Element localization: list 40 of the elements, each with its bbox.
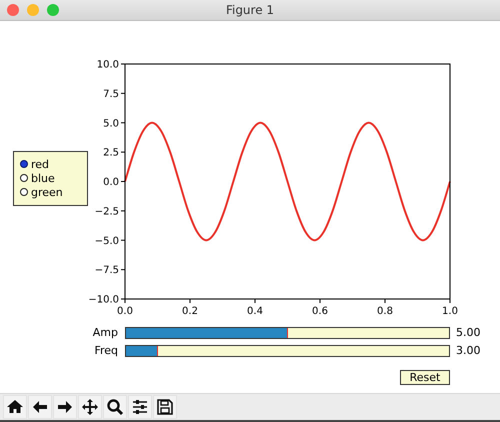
slider-value: 5.00 [455, 326, 482, 339]
tick-label: 7.5 [103, 88, 119, 100]
tick-label: 5.0 [103, 118, 119, 130]
radio-indicator[interactable] [20, 160, 28, 168]
reset-button[interactable]: Reset [400, 370, 450, 385]
tick-label: 0.4 [247, 306, 263, 317]
tick-mark [120, 181, 126, 182]
tick-label: −5.0 [94, 236, 119, 247]
slider-track[interactable] [125, 326, 450, 338]
tick-label: 10.0 [96, 60, 119, 70]
tick-label: 2.5 [103, 148, 119, 159]
tick-mark [120, 210, 126, 212]
tick-mark [120, 269, 126, 270]
tick-label: −7.5 [94, 265, 119, 276]
slider-label: Amp [92, 326, 119, 339]
slider-track[interactable] [125, 344, 450, 356]
slider-fill[interactable] [126, 328, 288, 338]
tick-mark [120, 240, 126, 241]
tick-label: −10.0 [88, 294, 119, 306]
tick-mark [120, 122, 126, 124]
radio-option[interactable]: blue [14, 171, 55, 185]
radio-indicator[interactable] [20, 188, 28, 196]
tick-label: 0.6 [312, 306, 328, 317]
radio-option[interactable]: red [14, 157, 50, 171]
tick-mark [254, 298, 256, 304]
tick-label: 0.2 [182, 306, 198, 317]
tick-mark [384, 298, 386, 304]
tick-label: 0.0 [103, 177, 119, 188]
radio-option[interactable]: green [14, 185, 63, 199]
window-title: Figure 1 [226, 3, 274, 17]
tick-label: 1.0 [442, 306, 458, 317]
slider-fill[interactable] [126, 346, 158, 356]
tick-label: 0.8 [377, 306, 393, 317]
tick-label: −2.5 [94, 206, 119, 218]
radio-indicator[interactable] [20, 174, 28, 182]
tick-label: 0.0 [117, 306, 133, 317]
slider-value: 3.00 [455, 344, 482, 357]
tick-mark [120, 152, 126, 153]
tick-mark [120, 92, 126, 94]
slider-label: Freq [93, 344, 119, 357]
